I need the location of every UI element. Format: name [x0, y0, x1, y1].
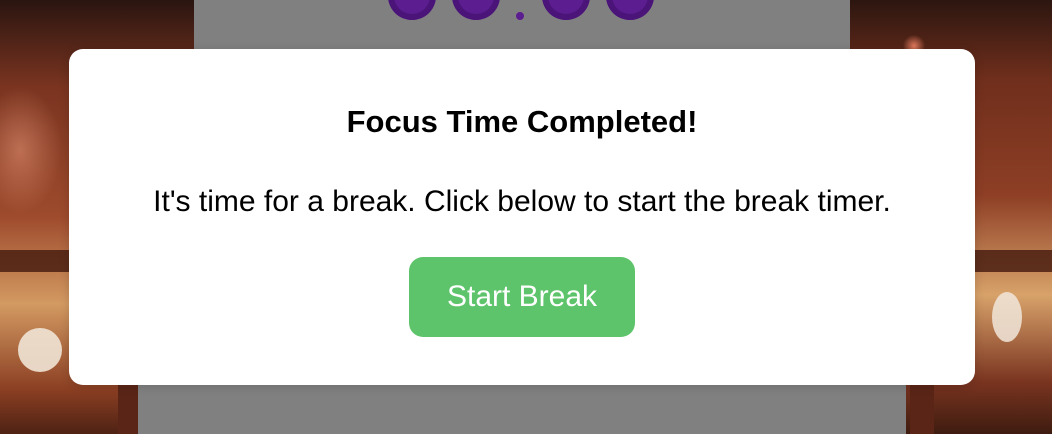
app-screen: Focus Time Completed! It's time for a br… [0, 0, 1052, 434]
background-lantern [18, 328, 62, 372]
background-lantern [992, 292, 1022, 342]
background-post-right [910, 380, 934, 434]
timer-digit [606, 0, 654, 20]
timer-digit [542, 0, 590, 20]
timer-digit [452, 0, 500, 20]
timer-colon [516, 12, 524, 20]
dialog-message: It's time for a break. Click below to st… [153, 185, 891, 218]
start-break-button[interactable]: Start Break [409, 257, 635, 337]
dialog-title: Focus Time Completed! [346, 104, 698, 139]
timer-digit [388, 0, 436, 20]
focus-complete-dialog: Focus Time Completed! It's time for a br… [69, 49, 975, 385]
